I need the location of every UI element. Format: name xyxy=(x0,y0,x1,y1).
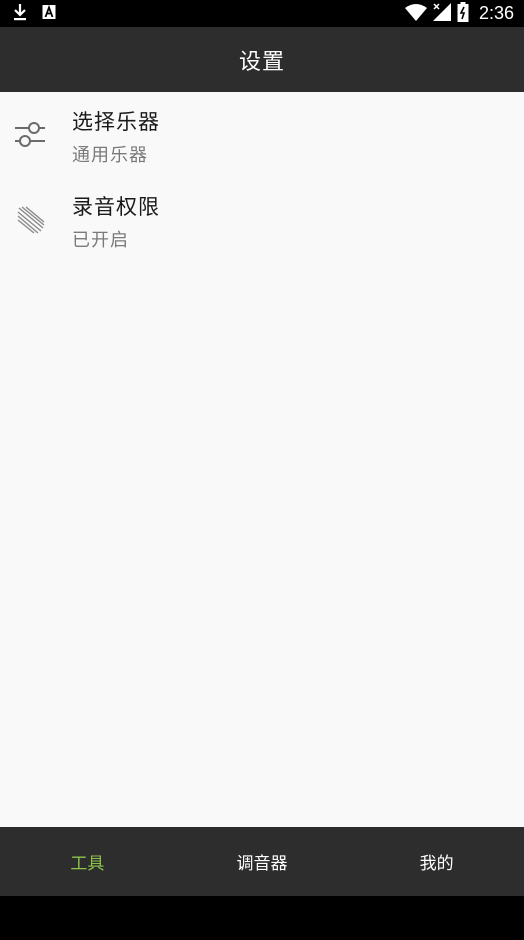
tab-tools[interactable]: 工具 xyxy=(0,827,175,896)
download-icon xyxy=(12,3,28,25)
microphone-icon xyxy=(12,201,48,237)
app-header: 设置 xyxy=(0,27,524,92)
system-nav-area xyxy=(0,896,524,940)
setting-value: 通用乐器 xyxy=(72,145,148,166)
battery-icon xyxy=(457,1,469,26)
bottom-nav: 工具 调音器 我的 xyxy=(0,827,524,896)
status-right-icons: 2:36 xyxy=(404,1,514,26)
status-bar: 2:36 xyxy=(0,0,524,27)
setting-value: 已开启 xyxy=(72,230,129,251)
page-title: 设置 xyxy=(238,49,285,75)
sliders-icon xyxy=(12,116,48,152)
app-screen: 2:36 设置 选择乐器 通用乐器 录音权限 已开启 工具 调音器 我的 xyxy=(0,0,524,940)
signal-icon xyxy=(432,2,451,25)
tab-mine[interactable]: 我的 xyxy=(349,827,524,896)
setting-title: 选择乐器 xyxy=(72,110,160,134)
status-time: 2:36 xyxy=(478,3,514,23)
status-left-icons xyxy=(12,4,56,24)
tab-tuner[interactable]: 调音器 xyxy=(175,827,350,896)
a-badge-icon xyxy=(42,4,56,24)
settings-list: 选择乐器 通用乐器 录音权限 已开启 xyxy=(0,92,524,827)
setting-title: 录音权限 xyxy=(72,195,160,219)
setting-item-record-permission[interactable]: 录音权限 已开启 xyxy=(0,177,524,261)
setting-item-select-instrument[interactable]: 选择乐器 通用乐器 xyxy=(0,92,524,176)
wifi-icon xyxy=(404,3,427,25)
